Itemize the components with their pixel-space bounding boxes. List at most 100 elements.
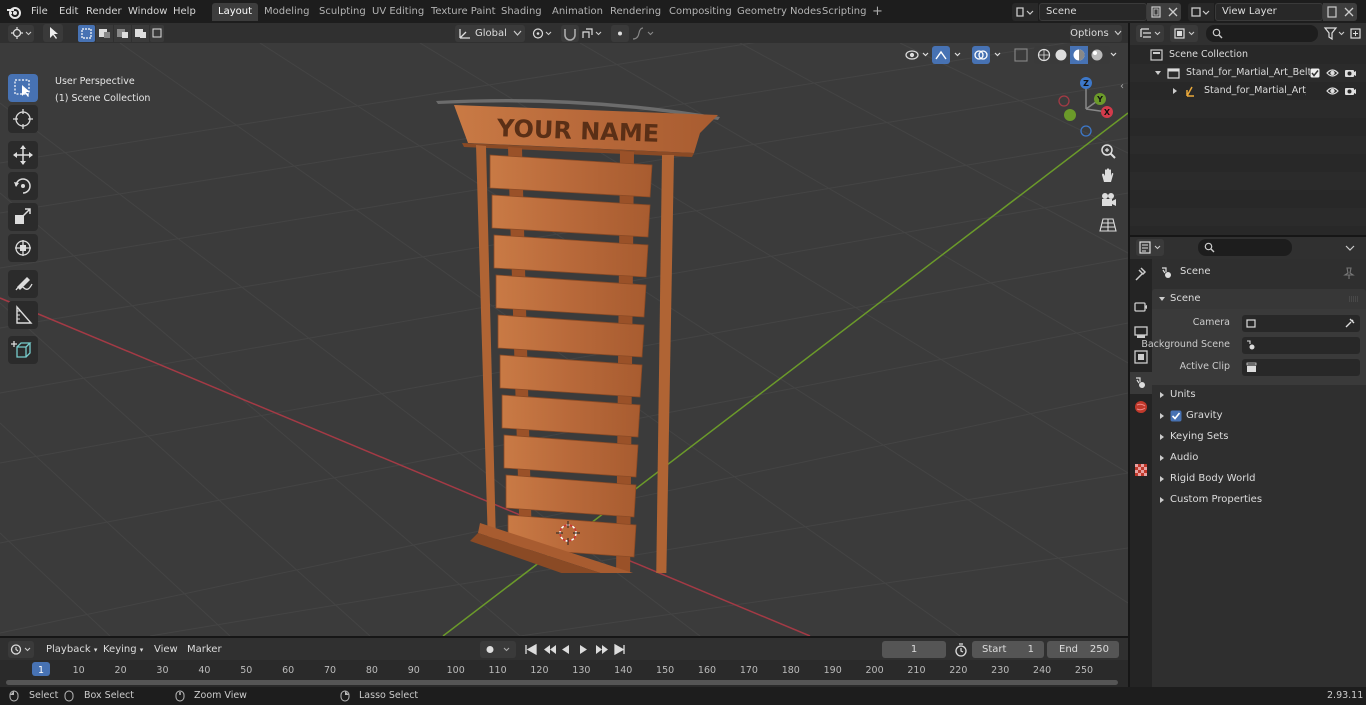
end-frame-field[interactable]: End 250	[1047, 641, 1119, 658]
area-divider[interactable]	[1130, 235, 1366, 237]
tab-modeling[interactable]: Modeling	[258, 3, 316, 21]
timeline-menu-marker[interactable]: Marker	[183, 641, 226, 658]
tab-animation[interactable]: Animation	[546, 3, 609, 21]
stopwatch-icon[interactable]	[953, 642, 969, 658]
world-tab-icon[interactable]	[1133, 399, 1149, 415]
pan-hand-icon[interactable]	[1096, 165, 1120, 187]
select-tool-icon[interactable]	[43, 24, 63, 42]
tab-rendering[interactable]: Rendering	[604, 3, 667, 21]
menu-window[interactable]: Window	[124, 3, 171, 20]
outliner-row-object[interactable]: Stand_for_Martial_Art_Be	[1130, 82, 1366, 100]
menu-file[interactable]: File	[27, 3, 52, 20]
new-collection-icon[interactable]	[1348, 25, 1364, 42]
3d-cursor-icon[interactable]	[556, 521, 580, 545]
properties-search-input[interactable]	[1198, 239, 1292, 256]
view-layer-name-field[interactable]: View Layer	[1215, 3, 1323, 21]
tool-select-box[interactable]	[8, 74, 38, 102]
outliner-search-input[interactable]	[1206, 25, 1318, 42]
add-workspace-icon[interactable]: +	[866, 3, 889, 21]
tab-geometry-nodes[interactable]: Geometry Nodes	[731, 3, 827, 21]
scene-section-header[interactable]: Scene	[1152, 289, 1366, 309]
drag-handle-icon[interactable]	[1348, 296, 1360, 302]
background-scene-field[interactable]	[1242, 337, 1360, 354]
current-frame-field[interactable]: 1	[882, 641, 946, 658]
tool-transform[interactable]	[8, 234, 38, 262]
texture-tab-icon[interactable]	[1133, 462, 1149, 478]
menu-help[interactable]: Help	[169, 3, 200, 20]
sidebar-toggle-icon[interactable]: ‹	[1120, 81, 1124, 92]
tab-sculpting[interactable]: Sculpting	[313, 3, 372, 21]
render-camera-icon[interactable]	[1344, 67, 1357, 79]
render-tab-icon[interactable]	[1133, 299, 1149, 315]
timeline-menu-playback[interactable]: Playback ▾	[42, 641, 101, 658]
tab-shading[interactable]: Shading	[495, 3, 548, 21]
start-frame-field[interactable]: Start 1	[972, 641, 1044, 658]
gravity-checkbox-icon[interactable]	[1170, 410, 1182, 422]
active-clip-field[interactable]	[1242, 359, 1360, 376]
panel-audio[interactable]: Audio	[1152, 448, 1366, 468]
outliner-scene-collection[interactable]: Scene Collection	[1130, 46, 1366, 64]
tab-layout[interactable]: Layout	[212, 3, 258, 21]
timeline-scrollbar[interactable]	[6, 680, 1118, 685]
new-view-layer-icon[interactable]	[1323, 3, 1341, 21]
tool-move[interactable]	[8, 141, 38, 169]
menu-edit[interactable]: Edit	[55, 3, 82, 20]
panel-keying-sets[interactable]: Keying Sets	[1152, 427, 1366, 447]
eye-icon[interactable]	[1326, 67, 1339, 79]
camera-field[interactable]	[1242, 315, 1360, 332]
render-camera-icon[interactable]	[1344, 85, 1357, 97]
tool-tab-icon[interactable]	[1133, 267, 1149, 283]
tool-add-cube[interactable]	[8, 336, 38, 364]
options-dropdown[interactable]: Options	[1070, 25, 1122, 42]
panel-custom-properties[interactable]: Custom Properties	[1152, 490, 1366, 510]
timeline-menu-view[interactable]: View	[150, 641, 182, 658]
3d-viewport[interactable]: YOUR NAME User Perspective (1) Scene Col…	[0, 43, 1128, 636]
tab-uv-editing[interactable]: UV Editing	[366, 3, 430, 21]
tab-compositing[interactable]: Compositing	[663, 3, 738, 21]
scene-browse-icon[interactable]	[1012, 3, 1038, 21]
panel-rigid-body-world[interactable]: Rigid Body World	[1152, 469, 1366, 489]
auto-keying-button[interactable]	[480, 641, 516, 658]
area-divider[interactable]	[1128, 23, 1130, 687]
proportional-falloff-icon[interactable]	[631, 25, 657, 42]
viewport-shading-controls[interactable]	[900, 46, 1120, 64]
zoom-icon[interactable]	[1096, 140, 1120, 162]
timeline-editor-type-icon[interactable]	[8, 641, 34, 658]
new-scene-icon[interactable]	[1147, 3, 1165, 21]
delete-view-layer-icon[interactable]	[1341, 3, 1357, 21]
scene-name-field[interactable]: Scene	[1039, 3, 1147, 21]
delete-scene-icon[interactable]	[1165, 3, 1181, 21]
editor-type-icon[interactable]	[8, 25, 34, 42]
tab-texture-paint[interactable]: Texture Paint	[425, 3, 502, 21]
tool-scale[interactable]	[8, 203, 38, 231]
tool-cursor[interactable]	[8, 105, 38, 133]
proportional-editing-icon[interactable]	[611, 25, 629, 42]
tab-scripting[interactable]: Scripting	[816, 3, 872, 21]
tool-annotate[interactable]	[8, 270, 38, 298]
properties-editor-type-icon[interactable]	[1136, 239, 1164, 256]
outliner-row-collection[interactable]: Stand_for_Martial_Art_Belts_(	[1130, 64, 1366, 82]
view-layer-browse-icon[interactable]	[1188, 3, 1214, 21]
properties-options-icon[interactable]	[1340, 239, 1360, 256]
pin-icon[interactable]	[1342, 266, 1356, 280]
eyedropper-icon[interactable]	[1344, 317, 1356, 329]
outliner-editor-type-icon[interactable]	[1136, 25, 1164, 42]
eye-icon[interactable]	[1326, 85, 1339, 97]
collapsed-arrow-icon[interactable]	[1171, 87, 1179, 95]
view-layer-tab-icon[interactable]	[1133, 349, 1149, 365]
tool-rotate[interactable]	[8, 172, 38, 200]
menu-render[interactable]: Render	[82, 3, 126, 20]
output-tab-icon[interactable]	[1133, 324, 1149, 340]
expand-arrow-icon[interactable]	[1154, 69, 1162, 77]
exclude-checkbox-icon[interactable]	[1310, 68, 1320, 78]
transform-orientation-dropdown[interactable]: Global	[455, 25, 525, 42]
filter-icon[interactable]	[1320, 25, 1348, 42]
pivot-point-icon[interactable]	[530, 25, 556, 42]
snap-toggle-icon[interactable]	[561, 25, 579, 42]
area-divider[interactable]	[0, 636, 1128, 638]
tool-measure[interactable]	[8, 301, 38, 329]
panel-units[interactable]: Units	[1152, 385, 1366, 405]
blender-logo-icon[interactable]	[6, 4, 22, 20]
perspective-toggle-icon[interactable]	[1096, 214, 1120, 236]
camera-view-icon[interactable]	[1096, 189, 1120, 211]
